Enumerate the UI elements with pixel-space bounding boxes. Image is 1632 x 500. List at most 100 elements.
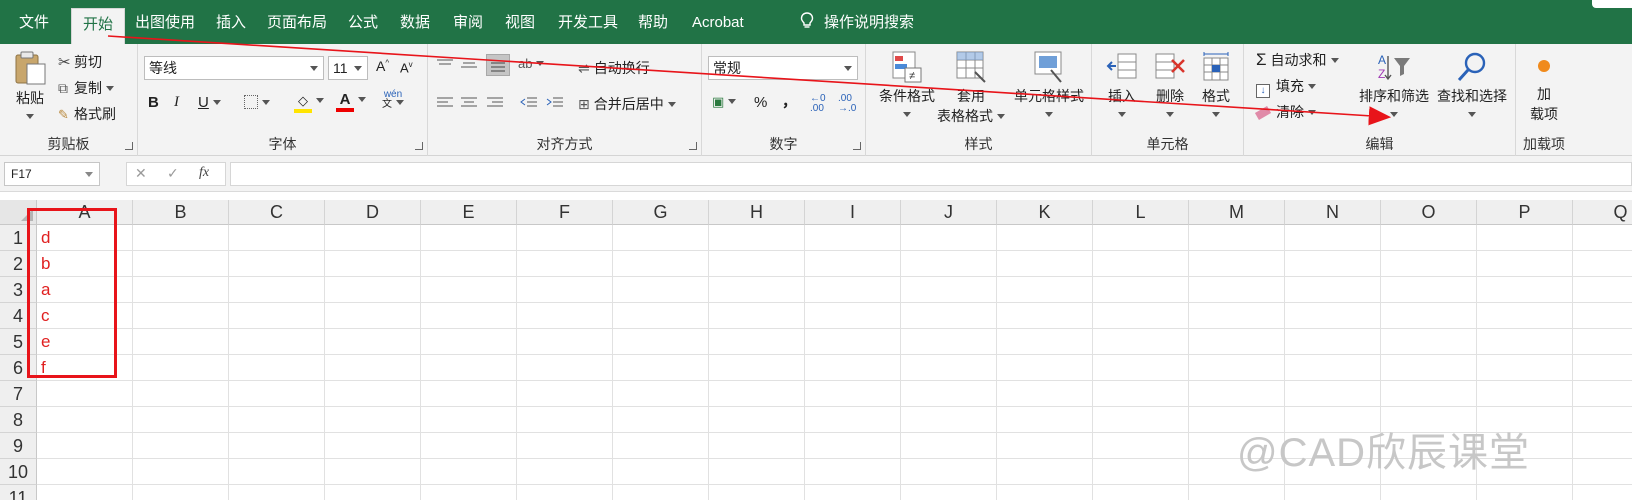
column-header-h[interactable]: H	[709, 200, 805, 225]
column-header-b[interactable]: B	[133, 200, 229, 225]
tab-output[interactable]: 出图使用	[124, 0, 206, 44]
increase-indent-icon[interactable]	[546, 96, 564, 110]
addins-button[interactable]: 加载项	[1520, 54, 1568, 124]
format-as-table-button[interactable]: 套用 表格格式	[934, 50, 1008, 126]
align-right-icon[interactable]	[486, 96, 504, 110]
bold-button[interactable]: B	[148, 94, 159, 111]
decrease-indent-icon[interactable]	[520, 96, 538, 110]
paste-button[interactable]: 粘贴	[8, 50, 52, 124]
group-label-editing: 编辑	[1365, 136, 1394, 152]
addins-label-1: 加	[1537, 86, 1551, 102]
number-launcher[interactable]	[853, 142, 861, 150]
cut-button[interactable]: ✂ 剪切	[58, 52, 102, 72]
tab-developer[interactable]: 开发工具	[547, 0, 629, 44]
font-size-value: 11	[333, 60, 348, 76]
enter-icon[interactable]: ✓	[167, 165, 179, 182]
tab-data[interactable]: 数据	[389, 0, 441, 44]
tab-insert[interactable]: 插入	[205, 0, 257, 44]
column-header-k[interactable]: K	[997, 200, 1093, 225]
tab-page-layout[interactable]: 页面布局	[256, 0, 338, 44]
fill-button[interactable]: ↓ 填充	[1256, 76, 1316, 98]
tab-help[interactable]: 帮助	[627, 0, 679, 44]
tab-home[interactable]: 开始	[71, 8, 126, 44]
column-header-m[interactable]: M	[1189, 200, 1285, 225]
conditional-format-button[interactable]: ≠ 条件格式	[872, 50, 942, 122]
clipboard-launcher[interactable]	[125, 142, 133, 150]
column-header-d[interactable]: D	[325, 200, 421, 225]
tab-acrobat[interactable]: Acrobat	[681, 0, 755, 44]
increase-decimal-button[interactable]: ←0.00	[810, 94, 826, 114]
accounting-format-button[interactable]: ▣	[712, 94, 737, 110]
tab-view[interactable]: 视图	[494, 0, 546, 44]
shrink-font-button[interactable]: Av	[400, 60, 413, 75]
column-header-f[interactable]: F	[517, 200, 613, 225]
name-box[interactable]: F17	[4, 162, 100, 186]
align-left-icon[interactable]	[436, 96, 454, 110]
number-format-combo[interactable]: 常规	[708, 56, 858, 80]
decrease-decimal-button[interactable]: .00 →.0	[838, 94, 856, 114]
align-center-icon[interactable]	[460, 96, 478, 110]
alignment-launcher[interactable]	[689, 142, 697, 150]
group-label-addins: 加载项	[1523, 136, 1565, 152]
grow-font-button[interactable]: A^	[376, 58, 389, 74]
row-header-9[interactable]: 9	[0, 433, 37, 459]
grow-font-label: A	[376, 58, 386, 74]
sort-filter-button[interactable]: A Z 排序和筛选	[1354, 50, 1434, 122]
column-header-i[interactable]: I	[805, 200, 901, 225]
font-name-combo[interactable]: 等线	[144, 56, 324, 80]
bottom-align-button[interactable]	[486, 54, 510, 76]
merge-center-button[interactable]: ⊞ 合并后居中	[578, 94, 676, 114]
autosum-button[interactable]: Σ 自动求和	[1256, 50, 1339, 70]
format-cells-button[interactable]: 格式	[1194, 50, 1238, 122]
top-align-icon[interactable]	[436, 58, 454, 72]
name-box-value: F17	[11, 167, 32, 181]
middle-align-icon[interactable]	[460, 58, 478, 72]
format-cells-icon	[1203, 52, 1229, 81]
tab-formulas[interactable]: 公式	[337, 0, 389, 44]
font-color-button[interactable]: A	[336, 91, 366, 112]
column-header-j[interactable]: J	[901, 200, 997, 225]
font-launcher[interactable]	[415, 142, 423, 150]
tab-review[interactable]: 审阅	[442, 0, 494, 44]
clear-button[interactable]: 清除	[1254, 102, 1316, 122]
column-header-q[interactable]: Q	[1573, 200, 1632, 225]
phonetic-button[interactable]: wén 文	[382, 90, 404, 110]
borders-button[interactable]	[244, 94, 270, 111]
column-header-o[interactable]: O	[1381, 200, 1477, 225]
font-size-combo[interactable]: 11	[328, 56, 368, 80]
delete-cells-label: 删除	[1156, 88, 1184, 104]
formula-input[interactable]	[230, 162, 1632, 186]
delete-cells-button[interactable]: 删除	[1148, 50, 1192, 122]
column-header-p[interactable]: P	[1477, 200, 1573, 225]
italic-button[interactable]: I	[174, 94, 179, 111]
find-select-button[interactable]: 查找和选择	[1432, 50, 1512, 122]
row-header-7[interactable]: 7	[0, 381, 37, 407]
column-header-g[interactable]: G	[613, 200, 709, 225]
column-header-l[interactable]: L	[1093, 200, 1189, 225]
comma-button[interactable]: ，	[782, 90, 797, 111]
wrap-text-button[interactable]: ⇌ 自动换行	[578, 58, 650, 78]
insert-cells-button[interactable]: 插入	[1100, 50, 1144, 122]
tell-me-search[interactable]: 操作说明搜索	[800, 0, 914, 44]
insert-function-icon[interactable]: fx	[199, 165, 209, 181]
cell-styles-button[interactable]: 单元格样式	[1008, 50, 1090, 122]
borders-icon	[244, 95, 258, 109]
tab-file[interactable]: 文件	[8, 0, 60, 44]
underline-button[interactable]: U	[198, 94, 221, 111]
percent-button[interactable]: %	[754, 94, 767, 111]
row-header-11[interactable]: 11	[0, 485, 37, 500]
orientation-button[interactable]: ab	[518, 56, 545, 71]
fill-color-button[interactable]: ◇	[294, 92, 324, 113]
wrap-text-label: 自动换行	[593, 60, 650, 76]
column-header-e[interactable]: E	[421, 200, 517, 225]
column-header-n[interactable]: N	[1285, 200, 1381, 225]
format-painter-button[interactable]: ✎ 格式刷	[58, 104, 116, 124]
row-header-10[interactable]: 10	[0, 459, 37, 485]
column-header-c[interactable]: C	[229, 200, 325, 225]
copy-button[interactable]: ⧉ 复制	[58, 78, 114, 98]
group-editing: Σ 自动求和 ↓ 填充 清除 A Z 排序和筛选 查找和选择 编辑	[1244, 44, 1516, 156]
addins-icon	[1538, 60, 1550, 72]
cancel-icon[interactable]: ✕	[135, 165, 147, 182]
row-header-8[interactable]: 8	[0, 407, 37, 433]
merge-center-label: 合并后居中	[593, 96, 664, 112]
